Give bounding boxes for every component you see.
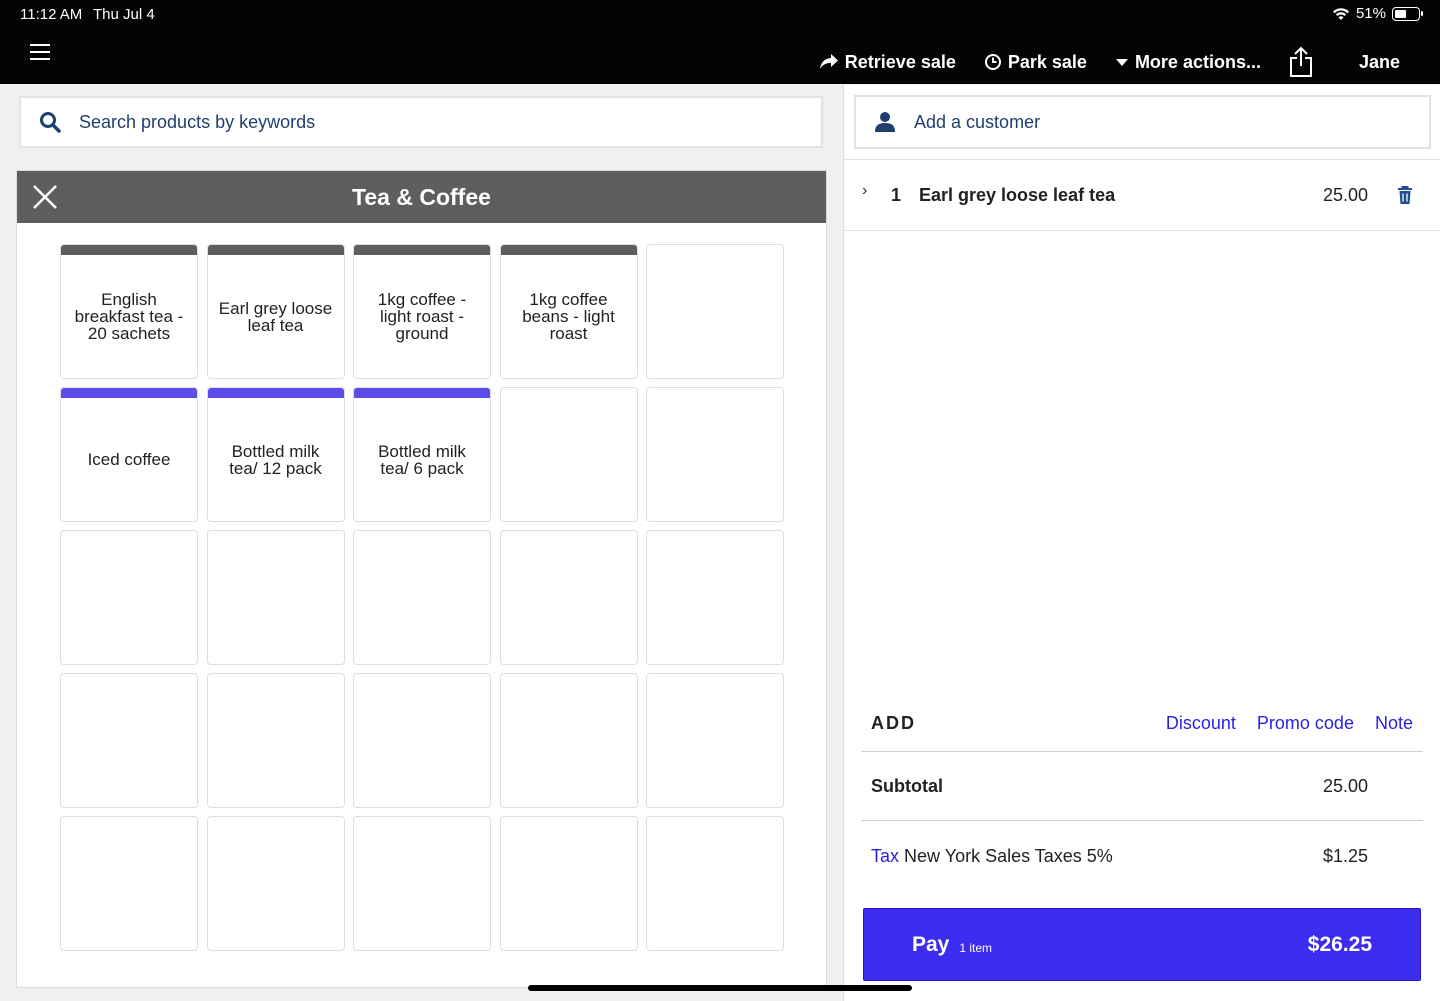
home-indicator[interactable]	[528, 985, 912, 991]
battery-fill	[1395, 9, 1407, 18]
pay-item-count: 1 item	[959, 940, 993, 955]
share-icon	[1289, 46, 1312, 77]
pay-total: $26.25	[1307, 932, 1372, 956]
empty-tile[interactable]	[499, 816, 638, 951]
user-name[interactable]: Jane	[1359, 52, 1400, 73]
subtotal-row: Subtotal 25.00	[861, 753, 1423, 821]
battery-icon	[1392, 6, 1423, 21]
pay-button[interactable]: Pay 1 item $26.25	[863, 908, 1421, 981]
wifi-icon	[1332, 7, 1349, 20]
line-item-price: 25.00	[1322, 184, 1368, 205]
close-icon[interactable]	[31, 183, 59, 211]
empty-tile[interactable]	[646, 244, 784, 379]
empty-tile[interactable]	[60, 816, 198, 951]
discount-link[interactable]: Discount	[1166, 713, 1236, 734]
person-icon	[875, 112, 895, 132]
empty-tile[interactable]	[206, 816, 345, 951]
tile-color-bar	[207, 388, 344, 398]
product-tile[interactable]: English breakfast tea - 20 sachets	[60, 244, 198, 379]
retrieve-sale-button[interactable]: Retrieve sale	[819, 52, 956, 73]
product-tile-label: English breakfast tea - 20 sachets	[74, 290, 184, 343]
add-row: ADD Discount Promo code Note	[861, 695, 1423, 752]
promo-code-link[interactable]: Promo code	[1257, 713, 1354, 734]
chevron-right-icon[interactable]: ›	[862, 182, 867, 200]
product-tile-label: 1kg coffee beans - light roast	[522, 290, 615, 343]
tile-color-bar	[354, 245, 490, 255]
pay-label: Pay	[912, 932, 950, 956]
tax-link[interactable]: Tax	[871, 846, 899, 866]
subtotal-value: 25.00	[1322, 776, 1368, 796]
product-tile[interactable]: Iced coffee	[60, 387, 198, 522]
park-sale-button[interactable]: Park sale	[984, 52, 1087, 73]
product-tile[interactable]: Earl grey loose leaf tea	[206, 244, 345, 379]
empty-tile[interactable]	[353, 530, 491, 665]
add-customer-label: Add a customer	[914, 111, 1041, 132]
empty-tile[interactable]	[646, 816, 784, 951]
product-tile-label: Earl grey loose leaf tea	[218, 298, 333, 335]
category-title: Tea & Coffee	[352, 183, 491, 210]
share-button[interactable]	[1289, 46, 1319, 78]
line-item-name: Earl grey loose leaf tea	[919, 184, 1116, 205]
note-link[interactable]: Note	[1375, 713, 1413, 734]
tile-color-bar	[207, 245, 344, 255]
more-actions-button[interactable]: More actions...	[1115, 52, 1261, 73]
subtotal-label: Subtotal	[871, 776, 943, 796]
tile-color-bar	[354, 388, 490, 398]
retrieve-sale-label: Retrieve sale	[844, 51, 956, 72]
category-header: Tea & Coffee	[17, 171, 826, 223]
product-tile-label: Iced coffee	[87, 450, 171, 469]
empty-tile[interactable]	[646, 673, 784, 808]
add-customer-field[interactable]: Add a customer	[854, 95, 1431, 149]
status-date: Thu Jul 4	[93, 6, 155, 23]
top-bar: 11:12 AM Thu Jul 4 51% Retrieve sale Par…	[0, 0, 1440, 84]
search-icon	[40, 112, 61, 133]
product-tile[interactable]: Bottled milk tea/ 12 pack	[206, 387, 345, 522]
status-time: 11:12 AM	[20, 6, 83, 23]
tax-name: New York Sales Taxes 5%	[904, 845, 1113, 866]
line-item-qty: 1	[891, 184, 902, 205]
product-tile[interactable]: 1kg coffee beans - light roast	[499, 244, 638, 379]
tax-value: $1.25	[1322, 845, 1368, 866]
search-bar	[19, 96, 823, 148]
search-input[interactable]	[79, 111, 759, 133]
top-actions: Retrieve sale Park sale More actions... …	[791, 40, 1400, 84]
empty-tile[interactable]	[646, 530, 784, 665]
tile-color-bar	[61, 245, 197, 255]
product-tile-label: 1kg coffee - light roast - ground	[377, 290, 467, 343]
clock-icon	[984, 54, 1001, 70]
product-tile[interactable]: Bottled milk tea/ 6 pack	[353, 387, 491, 522]
line-item[interactable]: › 1 Earl grey loose leaf tea 25.00	[844, 159, 1440, 231]
add-label: ADD	[871, 712, 916, 733]
empty-tile[interactable]	[646, 387, 784, 522]
trash-icon[interactable]	[1397, 185, 1413, 205]
empty-tile[interactable]	[353, 816, 491, 951]
tile-color-bar	[61, 388, 197, 398]
empty-tile[interactable]	[60, 530, 198, 665]
empty-tile[interactable]	[206, 530, 345, 665]
share-arrow-icon	[819, 54, 838, 69]
battery-percent: 51%	[1355, 5, 1386, 22]
park-sale-label: Park sale	[1007, 51, 1087, 72]
empty-tile[interactable]	[499, 387, 638, 522]
sale-panel: Add a customer › 1 Earl grey loose leaf …	[843, 85, 1440, 1001]
caret-down-icon	[1115, 59, 1128, 66]
empty-tile[interactable]	[60, 673, 198, 808]
product-tile[interactable]: 1kg coffee - light roast - ground	[353, 244, 491, 379]
category-panel: Tea & Coffee English breakfast tea - 20 …	[16, 170, 827, 988]
menu-icon[interactable]	[30, 44, 50, 62]
add-links: Discount Promo code Note	[1145, 713, 1413, 734]
product-tile-label: Bottled milk tea/ 12 pack	[229, 441, 322, 478]
empty-tile[interactable]	[499, 530, 638, 665]
tile-color-bar	[500, 245, 637, 255]
product-grid: English breakfast tea - 20 sachets Earl g…	[60, 244, 784, 951]
status-indicators: 51%	[1332, 5, 1423, 22]
empty-tile[interactable]	[499, 673, 638, 808]
product-tile-label: Bottled milk tea/ 6 pack	[378, 441, 466, 478]
tax-row: Tax New York Sales Taxes 5% $1.25	[861, 822, 1423, 890]
more-actions-label: More actions...	[1134, 51, 1261, 72]
empty-tile[interactable]	[353, 673, 491, 808]
empty-tile[interactable]	[206, 673, 345, 808]
